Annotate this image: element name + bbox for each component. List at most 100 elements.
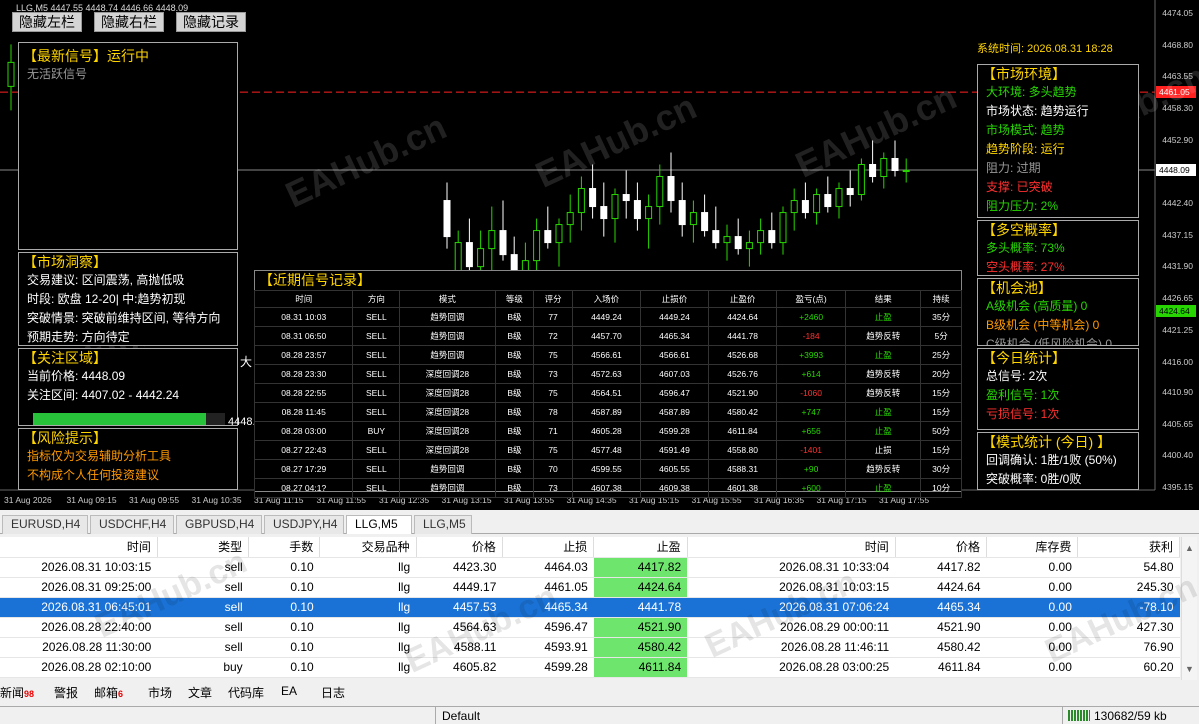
signal-cell: 25分 xyxy=(920,345,962,365)
trade-cell: 0.10 xyxy=(248,597,320,618)
chart-tab[interactable]: EURUSD,H4 xyxy=(2,515,88,534)
toggle-button-0[interactable]: 隐藏左栏 xyxy=(12,12,82,32)
column-header: 止损价 xyxy=(639,290,710,308)
column-header[interactable]: 止盈 xyxy=(593,537,688,558)
stat-line: 支撑: 已突破 xyxy=(986,180,1053,194)
price-tick: 4410.90 xyxy=(1162,387,1193,398)
column-header[interactable]: 交易品种 xyxy=(319,537,417,558)
terminal-tab[interactable]: 新闻98 xyxy=(0,684,34,701)
scroll-down-icon[interactable]: ▼ xyxy=(1185,664,1194,674)
signal-cell: +656 xyxy=(776,421,847,441)
signal-cell: 15分 xyxy=(920,440,962,460)
vertical-scrollbar[interactable]: ▲ ▼ xyxy=(1181,537,1197,680)
column-header[interactable]: 库存费 xyxy=(986,537,1079,558)
trade-row[interactable]: 2026.08.31 06:45:01 sell 0.10 llg 4457.53 446… xyxy=(0,597,1180,618)
insight-line: 时段: 欧盘 12-20| 中:趋势初现 xyxy=(27,292,186,306)
signal-cell: 深度回调28 xyxy=(399,364,496,384)
terminal-tab[interactable]: 代码库 xyxy=(228,684,264,701)
signal-cell: 趋势回调 xyxy=(399,326,496,346)
focus-bar-label: 4448. xyxy=(228,416,256,428)
candle-body xyxy=(589,188,597,208)
signal-cell: SELL xyxy=(352,307,401,327)
signal-cell: 4601.38 xyxy=(708,478,778,498)
candle-body xyxy=(779,212,787,244)
terminal-tab-label: 市场 xyxy=(148,686,173,700)
signal-cell: 止盈 xyxy=(845,345,922,365)
candle-body xyxy=(488,230,496,250)
signal-cell: 35分 xyxy=(920,307,962,327)
candle-body xyxy=(477,248,485,268)
trade-row[interactable]: 2026.08.28 02:10:00 buy 0.10 llg 4605.82 4599… xyxy=(0,657,1180,678)
column-header[interactable]: 时间 xyxy=(0,537,158,558)
signal-cell: B级 xyxy=(494,345,535,365)
terminal-tab[interactable]: EA xyxy=(281,684,297,698)
time-tick: 31 Aug 10:35 xyxy=(191,495,242,505)
toggle-button-2[interactable]: 隐藏记录 xyxy=(176,12,246,32)
price-chart[interactable]: LLG,M5 4447.55 4448.74 4446.66 4448.09 隐… xyxy=(0,0,1199,510)
trade-cell: 2026.08.28 11:30:00 xyxy=(0,637,158,658)
price-tick: 4416.00 xyxy=(1162,356,1193,367)
signal-cell: 70 xyxy=(533,459,573,479)
risk-panel: 【风险提示】 指标仅为交易辅助分析工具 不构成个人任何投资建议 xyxy=(18,428,238,490)
stat-line: 阻力: 过期 xyxy=(986,161,1041,175)
candle-body xyxy=(465,242,473,268)
signal-row: 08.28 23:57 SELL 趋势回调 B级 75 4566.61 4566.61 452… xyxy=(253,345,962,365)
trade-row[interactable]: 2026.08.31 10:03:15 sell 0.10 llg 4423.30 446… xyxy=(0,557,1180,578)
stat-line: 大环境: 多头趋势 xyxy=(986,85,1077,99)
trade-cell: 4423.30 xyxy=(416,557,503,578)
column-header[interactable]: 价格 xyxy=(895,537,988,558)
column-header: 时间 xyxy=(253,290,354,308)
signal-cell: 73 xyxy=(533,478,573,498)
trade-cell: sell xyxy=(157,577,249,598)
column-header[interactable]: 时间 xyxy=(687,537,896,558)
terminal-tab[interactable]: 市场 xyxy=(148,684,172,701)
chart-tab[interactable]: USDJPY,H4 xyxy=(264,515,344,534)
candle-body xyxy=(600,206,608,220)
trade-cell: llg xyxy=(319,657,417,678)
panel-title: 【机会池】 xyxy=(982,280,1052,296)
trade-cell: 2026.08.31 10:03:15 xyxy=(0,557,158,578)
signal-cell: SELL xyxy=(352,364,401,384)
column-header[interactable]: 获利 xyxy=(1077,537,1180,558)
chart-tab[interactable]: GBPUSD,H4 xyxy=(176,515,262,534)
stat-line: C级机会 (低风险机会) 0 xyxy=(986,337,1113,346)
column-header[interactable]: 止损 xyxy=(502,537,595,558)
chart-tab[interactable]: LLG,M5 xyxy=(414,515,472,534)
focus-progress-fill xyxy=(33,413,206,425)
terminal-tab[interactable]: 警报 xyxy=(54,684,78,701)
trade-row[interactable]: 2026.08.28 11:30:00 sell 0.10 llg 4588.11 459… xyxy=(0,637,1180,658)
candle-body xyxy=(7,61,15,87)
trade-cell: 4588.11 xyxy=(416,637,503,658)
terminal-tab[interactable]: 邮箱6 xyxy=(94,684,123,701)
chart-tab[interactable]: LLG,M5 xyxy=(346,515,412,534)
trade-cell: 0.10 xyxy=(248,637,320,658)
toggle-button-1[interactable]: 隐藏右栏 xyxy=(94,12,164,32)
signal-cell: 趋势回调 xyxy=(399,345,496,365)
terminal-tab[interactable]: 日志 xyxy=(321,684,345,701)
scroll-up-icon[interactable]: ▲ xyxy=(1185,543,1194,553)
trade-cell: 54.80 xyxy=(1077,557,1180,578)
signal-cell: 4599.28 xyxy=(639,421,710,441)
trade-cell: 2026.08.31 10:03:15 xyxy=(687,577,896,598)
column-header: 模式 xyxy=(399,290,496,308)
trade-row[interactable]: 2026.08.31 09:25:00 sell 0.10 llg 4449.17 446… xyxy=(0,577,1180,598)
trade-row[interactable]: 2026.08.28 22:40:00 sell 0.10 llg 4564.63 459… xyxy=(0,617,1180,638)
column-header[interactable]: 类型 xyxy=(157,537,250,558)
signal-cell: -184 xyxy=(776,326,847,346)
signal-record-table: 时间 方向 模式 等级 评分 入场价 止损价 止盈价 盈亏(点) 结果 持续 08.31 10:03 S… xyxy=(253,290,962,498)
trade-cell: 0.00 xyxy=(986,557,1078,578)
signal-cell: B级 xyxy=(494,402,535,422)
latest-signal-panel: 【最新信号】运行中 无活跃信号 xyxy=(18,42,238,250)
today-stats-panel: 【今日统计】 总信号: 2次 盈利信号: 1次 亏损信号: 1次 xyxy=(977,348,1139,430)
signal-cell: 08.28 11:45 xyxy=(253,402,354,422)
terminal-tab[interactable]: 文章 xyxy=(188,684,212,701)
mode-stats-panel: 【模式统计 (今日) 】回调确认: 1胜/1败 (50%) 突破概率: 0胜/0败 xyxy=(977,432,1139,490)
trade-cell: sell xyxy=(157,637,249,658)
column-header[interactable]: 手数 xyxy=(248,537,321,558)
traffic-icon xyxy=(1068,710,1090,721)
price-tick: 4437.15 xyxy=(1162,229,1193,240)
chart-tab[interactable]: USDCHF,H4 xyxy=(90,515,174,534)
focus-progress xyxy=(33,413,225,425)
signal-cell: 4596.47 xyxy=(639,383,710,403)
column-header[interactable]: 价格 xyxy=(416,537,503,558)
